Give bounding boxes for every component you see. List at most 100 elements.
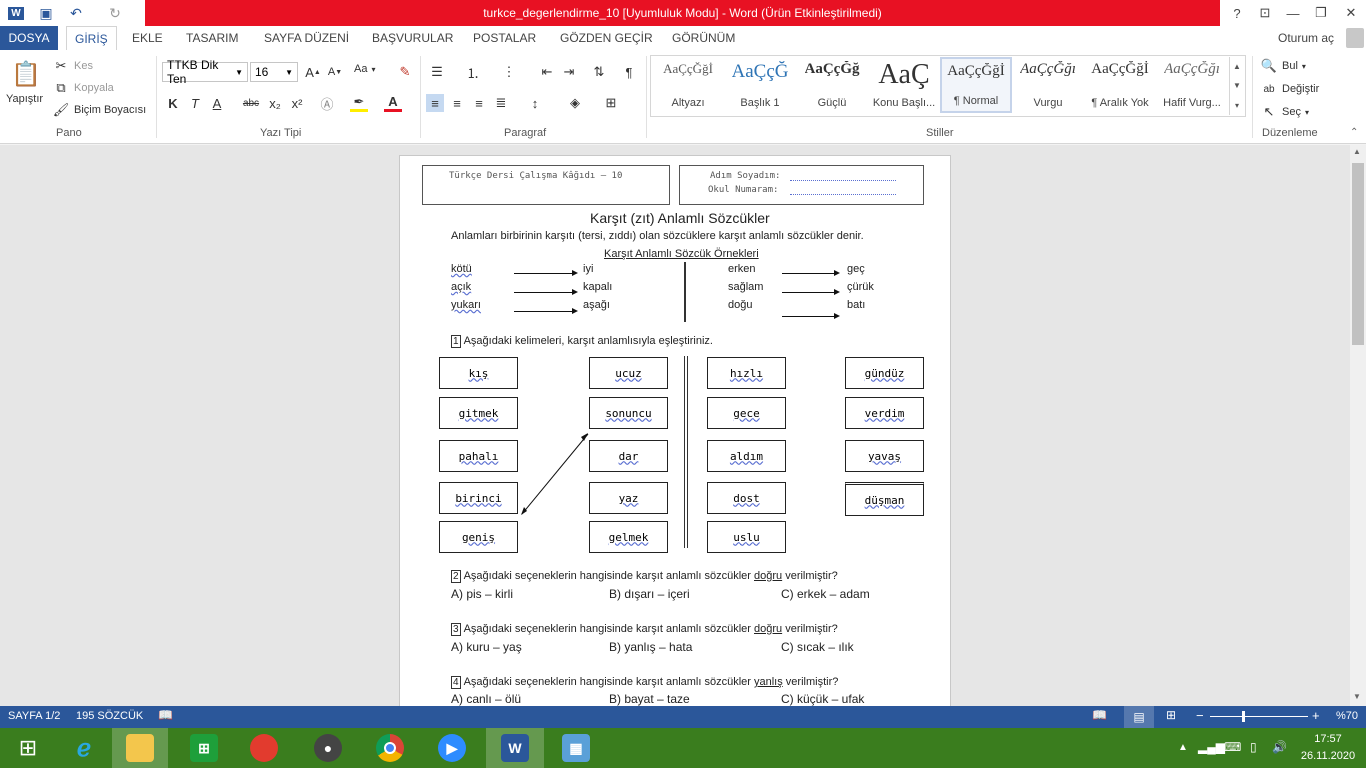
taskbar-word[interactable]: W: [486, 728, 544, 768]
numbering-icon[interactable]: ⒈: [464, 63, 482, 81]
clock-date[interactable]: 26.11.2020: [1296, 750, 1360, 762]
style-subtle-emphasis[interactable]: AaÇçĞğı Hafif Vurg...: [1156, 57, 1228, 113]
paste-button[interactable]: Yapıştır: [6, 93, 43, 105]
proofing-icon[interactable]: 📖: [158, 708, 173, 722]
borders-icon[interactable]: ⊞: [602, 94, 620, 112]
bold-button[interactable]: K: [164, 94, 182, 112]
tab-page-layout[interactable]: SAYFA DÜZENİ: [256, 26, 357, 50]
style-normal[interactable]: AaÇçĞğİ ¶ Normal: [940, 57, 1012, 113]
redo-icon[interactable]: ↻: [105, 3, 125, 23]
font-size-select[interactable]: 16 ▼: [250, 62, 298, 82]
close-button[interactable]: ✕: [1336, 0, 1366, 26]
scrollbar-thumb[interactable]: [1352, 163, 1364, 345]
taskbar-app-ball[interactable]: [236, 728, 292, 768]
print-layout-icon[interactable]: ▤: [1124, 706, 1154, 728]
cut-button[interactable]: ✂ Kes: [52, 57, 93, 75]
pilcrow-icon[interactable]: ¶: [620, 63, 638, 81]
chevron-up-icon[interactable]: ▲: [1233, 62, 1241, 71]
line-spacing-icon[interactable]: ↕: [526, 94, 544, 112]
tray-chevron-icon[interactable]: ▲: [1178, 742, 1188, 753]
superscript-button[interactable]: x²: [288, 94, 306, 112]
zoom-out-button[interactable]: −: [1196, 708, 1204, 723]
grow-font-icon[interactable]: A ▲: [304, 63, 322, 81]
align-center-icon[interactable]: ≡: [448, 94, 466, 112]
style-strong[interactable]: AaÇçĞğ Güçlü: [796, 57, 868, 113]
underline-button[interactable]: A: [208, 94, 226, 112]
minimize-button[interactable]: —: [1278, 0, 1308, 26]
sort-icon[interactable]: ⇅: [590, 63, 608, 81]
more-icon[interactable]: ▾: [1235, 101, 1239, 110]
taskbar-app-media[interactable]: ●: [300, 728, 356, 768]
style-heading-1[interactable]: AaÇçĞ Başlık 1: [724, 57, 796, 113]
word-app-icon[interactable]: W: [6, 3, 26, 23]
chevron-down-icon[interactable]: ▼: [1233, 81, 1241, 90]
battery-icon[interactable]: ▯: [1250, 740, 1257, 754]
tab-design[interactable]: TASARIM: [178, 26, 246, 50]
save-icon[interactable]: ▣: [36, 3, 56, 23]
subscript-button[interactable]: x₂: [266, 94, 284, 112]
change-case-button[interactable]: Aa ▾: [354, 63, 375, 75]
taskbar-explorer[interactable]: [112, 728, 168, 768]
help-button[interactable]: ?: [1222, 0, 1252, 26]
taskbar-ie[interactable]: ℯ: [56, 728, 112, 768]
format-painter-button[interactable]: 🖌 Biçim Boyacısı: [52, 101, 146, 119]
keyboard-icon[interactable]: ⌨: [1224, 740, 1241, 754]
signal-icon[interactable]: ▂▄▆: [1198, 740, 1225, 754]
user-avatar-icon[interactable]: [1346, 28, 1364, 48]
text-effects-icon[interactable]: Ⓐ: [318, 94, 336, 112]
find-button[interactable]: 🔍 Bul ▾: [1260, 57, 1306, 75]
font-family-select[interactable]: TTKB Dik Ten ▼: [162, 58, 248, 86]
tab-mailings[interactable]: POSTALAR: [465, 26, 544, 50]
clear-format-icon[interactable]: ✎: [396, 63, 414, 81]
tab-file[interactable]: DOSYA: [0, 26, 58, 50]
tab-home[interactable]: GİRİŞ: [66, 26, 117, 50]
restore-button[interactable]: ❐: [1306, 0, 1336, 26]
start-button[interactable]: ⊞: [0, 728, 56, 768]
taskbar-chrome[interactable]: [362, 728, 418, 768]
taskbar-zoom[interactable]: ▶: [424, 728, 480, 768]
tab-insert[interactable]: EKLE: [124, 26, 171, 50]
collapse-ribbon-icon[interactable]: ⌃: [1350, 127, 1358, 138]
sign-in-link[interactable]: Oturum aç: [1270, 26, 1342, 50]
italic-button[interactable]: T: [186, 94, 204, 112]
font-color-icon[interactable]: A: [384, 94, 402, 112]
taskbar-photos[interactable]: ▦: [548, 728, 604, 768]
style-no-spacing[interactable]: AaÇçĞğİ ¶ Aralık Yok: [1084, 57, 1156, 113]
web-layout-icon[interactable]: ⊞: [1166, 708, 1176, 722]
decrease-indent-icon[interactable]: ⇤: [538, 63, 556, 81]
page-count[interactable]: SAYFA 1/2: [8, 710, 60, 722]
scroll-up-icon[interactable]: ▲: [1353, 147, 1361, 156]
styles-scroll[interactable]: ▲ ▼ ▾: [1229, 57, 1244, 115]
select-button[interactable]: ↖ Seç ▾: [1260, 103, 1309, 121]
ribbon-display-button[interactable]: ⊡: [1250, 0, 1280, 26]
highlight-icon[interactable]: ✒: [350, 94, 368, 112]
zoom-slider-thumb[interactable]: [1242, 711, 1245, 722]
word-count[interactable]: 195 SÖZCÜK: [76, 710, 143, 722]
read-mode-icon[interactable]: 📖: [1092, 708, 1107, 722]
increase-indent-icon[interactable]: ⇥: [560, 63, 578, 81]
scroll-down-icon[interactable]: ▼: [1353, 692, 1361, 701]
shrink-font-icon[interactable]: A ▼: [326, 63, 344, 81]
paste-icon[interactable]: 📋: [8, 58, 44, 90]
copy-button[interactable]: ⧉ Kopyala: [52, 79, 113, 97]
align-left-icon[interactable]: ≡: [426, 94, 444, 112]
style-emphasis[interactable]: AaÇçĞğı Vurgu: [1012, 57, 1084, 113]
bullets-icon[interactable]: ☰: [428, 63, 446, 81]
zoom-slider[interactable]: [1210, 716, 1308, 717]
taskbar-store[interactable]: ⊞: [176, 728, 232, 768]
clock-time[interactable]: 17:57: [1300, 733, 1356, 745]
multilevel-list-icon[interactable]: ⋮: [500, 63, 518, 81]
undo-icon[interactable]: ↶: [66, 3, 86, 23]
strikethrough-button[interactable]: abc: [238, 94, 264, 112]
replace-button[interactable]: ab Değiştir: [1260, 80, 1319, 98]
tab-references[interactable]: BAŞVURULAR: [364, 26, 461, 50]
align-right-icon[interactable]: ≡: [470, 94, 488, 112]
style-subtitle[interactable]: AaÇçĞğİ Altyazı: [652, 57, 724, 113]
zoom-in-button[interactable]: +: [1312, 708, 1320, 723]
justify-icon[interactable]: ≣: [492, 94, 510, 112]
volume-icon[interactable]: 🔊: [1272, 740, 1287, 754]
shading-icon[interactable]: ◈: [566, 94, 584, 112]
style-title[interactable]: AaÇ Konu Başlı...: [868, 57, 940, 113]
tab-review[interactable]: GÖZDEN GEÇİR: [552, 26, 661, 50]
tab-view[interactable]: GÖRÜNÜM: [664, 26, 743, 50]
